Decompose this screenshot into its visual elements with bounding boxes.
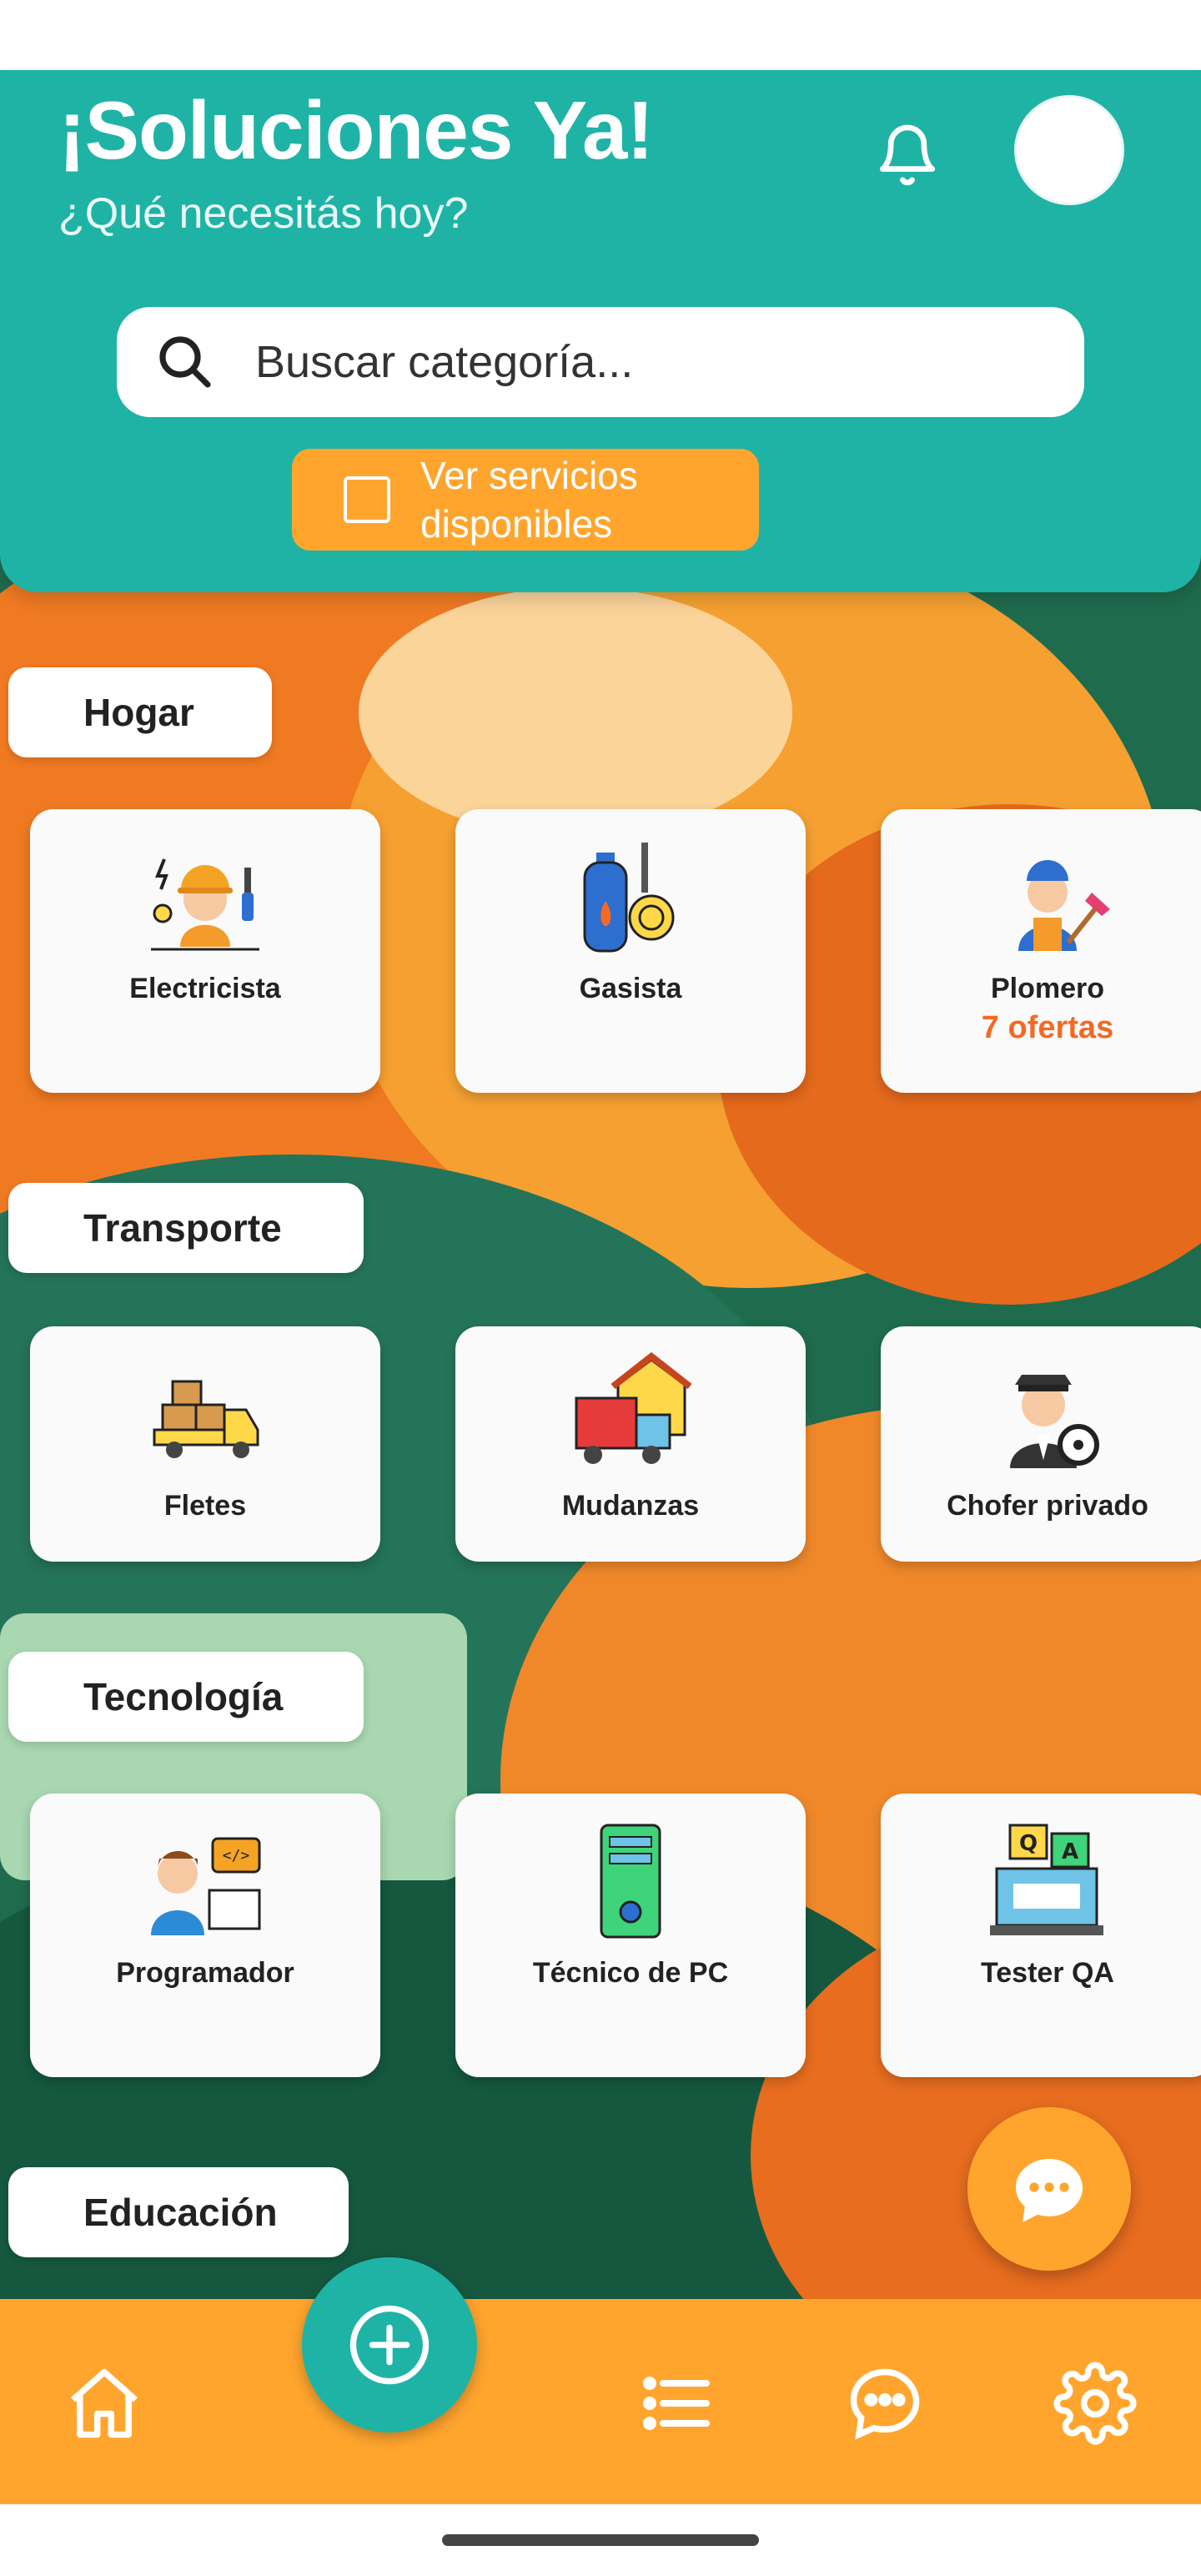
svg-text:</>: </> <box>223 1847 250 1864</box>
list-icon[interactable] <box>631 2357 722 2449</box>
chat-bubble-icon <box>1016 2159 1083 2222</box>
pc-tower-icon <box>568 1819 693 1944</box>
settings-icon[interactable] <box>1049 2357 1141 2449</box>
category-card-fletes[interactable]: Fletes <box>30 1326 380 1562</box>
card-name: Mudanzas <box>561 1490 700 1522</box>
plumber-icon <box>985 834 1110 959</box>
search-bar[interactable] <box>117 307 1084 417</box>
section-label-educacion: Educación <box>8 2167 349 2257</box>
search-icon <box>155 332 230 392</box>
qa-tester-icon: Q A <box>985 1819 1110 1944</box>
home-indicator <box>442 2534 759 2546</box>
card-name: Chofer privado <box>947 1490 1148 1522</box>
home-icon[interactable] <box>58 2357 150 2449</box>
avatar[interactable] <box>1014 95 1124 205</box>
checkbox[interactable] <box>344 476 390 523</box>
offers-badge: 7 ofertas <box>981 1010 1114 1045</box>
card-name: Electricista <box>129 973 281 1004</box>
category-card-tester-qa[interactable]: Q A Tester QA <box>881 1794 1201 2077</box>
app-title: ¡Soluciones Ya! <box>58 84 654 176</box>
card-name: Fletes <box>163 1490 247 1522</box>
delivery-truck-icon <box>143 1351 268 1477</box>
category-card-mudanzas[interactable]: Mudanzas <box>455 1326 806 1562</box>
moving-truck-house-icon <box>568 1351 693 1477</box>
bell-icon[interactable] <box>867 115 947 195</box>
card-name: Tester QA <box>981 1957 1114 1989</box>
search-input[interactable] <box>255 336 1006 388</box>
header-panel: ¡Soluciones Ya! ¿Qué necesitás hoy? Ver … <box>0 70 1201 592</box>
category-card-electricista[interactable]: Electricista <box>30 809 380 1093</box>
card-name: Técnico de PC <box>532 1957 729 1989</box>
add-icon <box>349 2305 430 2385</box>
chat-icon[interactable] <box>839 2357 931 2449</box>
card-name: Plomero <box>990 973 1105 1004</box>
electrician-icon <box>143 834 268 959</box>
category-card-tecnico-de-pc[interactable]: Técnico de PC <box>455 1794 806 2077</box>
section-label-transporte: Transporte <box>8 1183 364 1273</box>
available-services-label: Ver servicios disponibles <box>420 454 638 546</box>
category-card-programador[interactable]: </> Programador <box>30 1794 380 2077</box>
section-label-hogar: Hogar <box>8 667 272 757</box>
available-services-toggle[interactable]: Ver servicios disponibles <box>292 449 759 551</box>
gas-cylinder-icon <box>568 834 693 959</box>
bottom-nav <box>0 2299 1201 2504</box>
programmer-icon: </> <box>143 1819 268 1944</box>
category-card-gasista[interactable]: Gasista <box>455 809 806 1093</box>
category-card-chofer-privado[interactable]: Chofer privado <box>881 1326 1201 1562</box>
svg-text:A: A <box>1062 1839 1078 1864</box>
chauffeur-icon <box>985 1351 1110 1477</box>
card-name: Programador <box>116 1957 294 1989</box>
chat-fab[interactable] <box>967 2107 1131 2271</box>
section-label-tecnologia: Tecnología <box>8 1652 364 1742</box>
category-card-plomero[interactable]: Plomero 7 ofertas <box>881 809 1201 1093</box>
svg-text:Q: Q <box>1019 1831 1038 1856</box>
add-button[interactable] <box>302 2257 477 2433</box>
card-name: Gasista <box>579 973 682 1004</box>
app-subtitle: ¿Qué necesitás hoy? <box>58 189 469 238</box>
